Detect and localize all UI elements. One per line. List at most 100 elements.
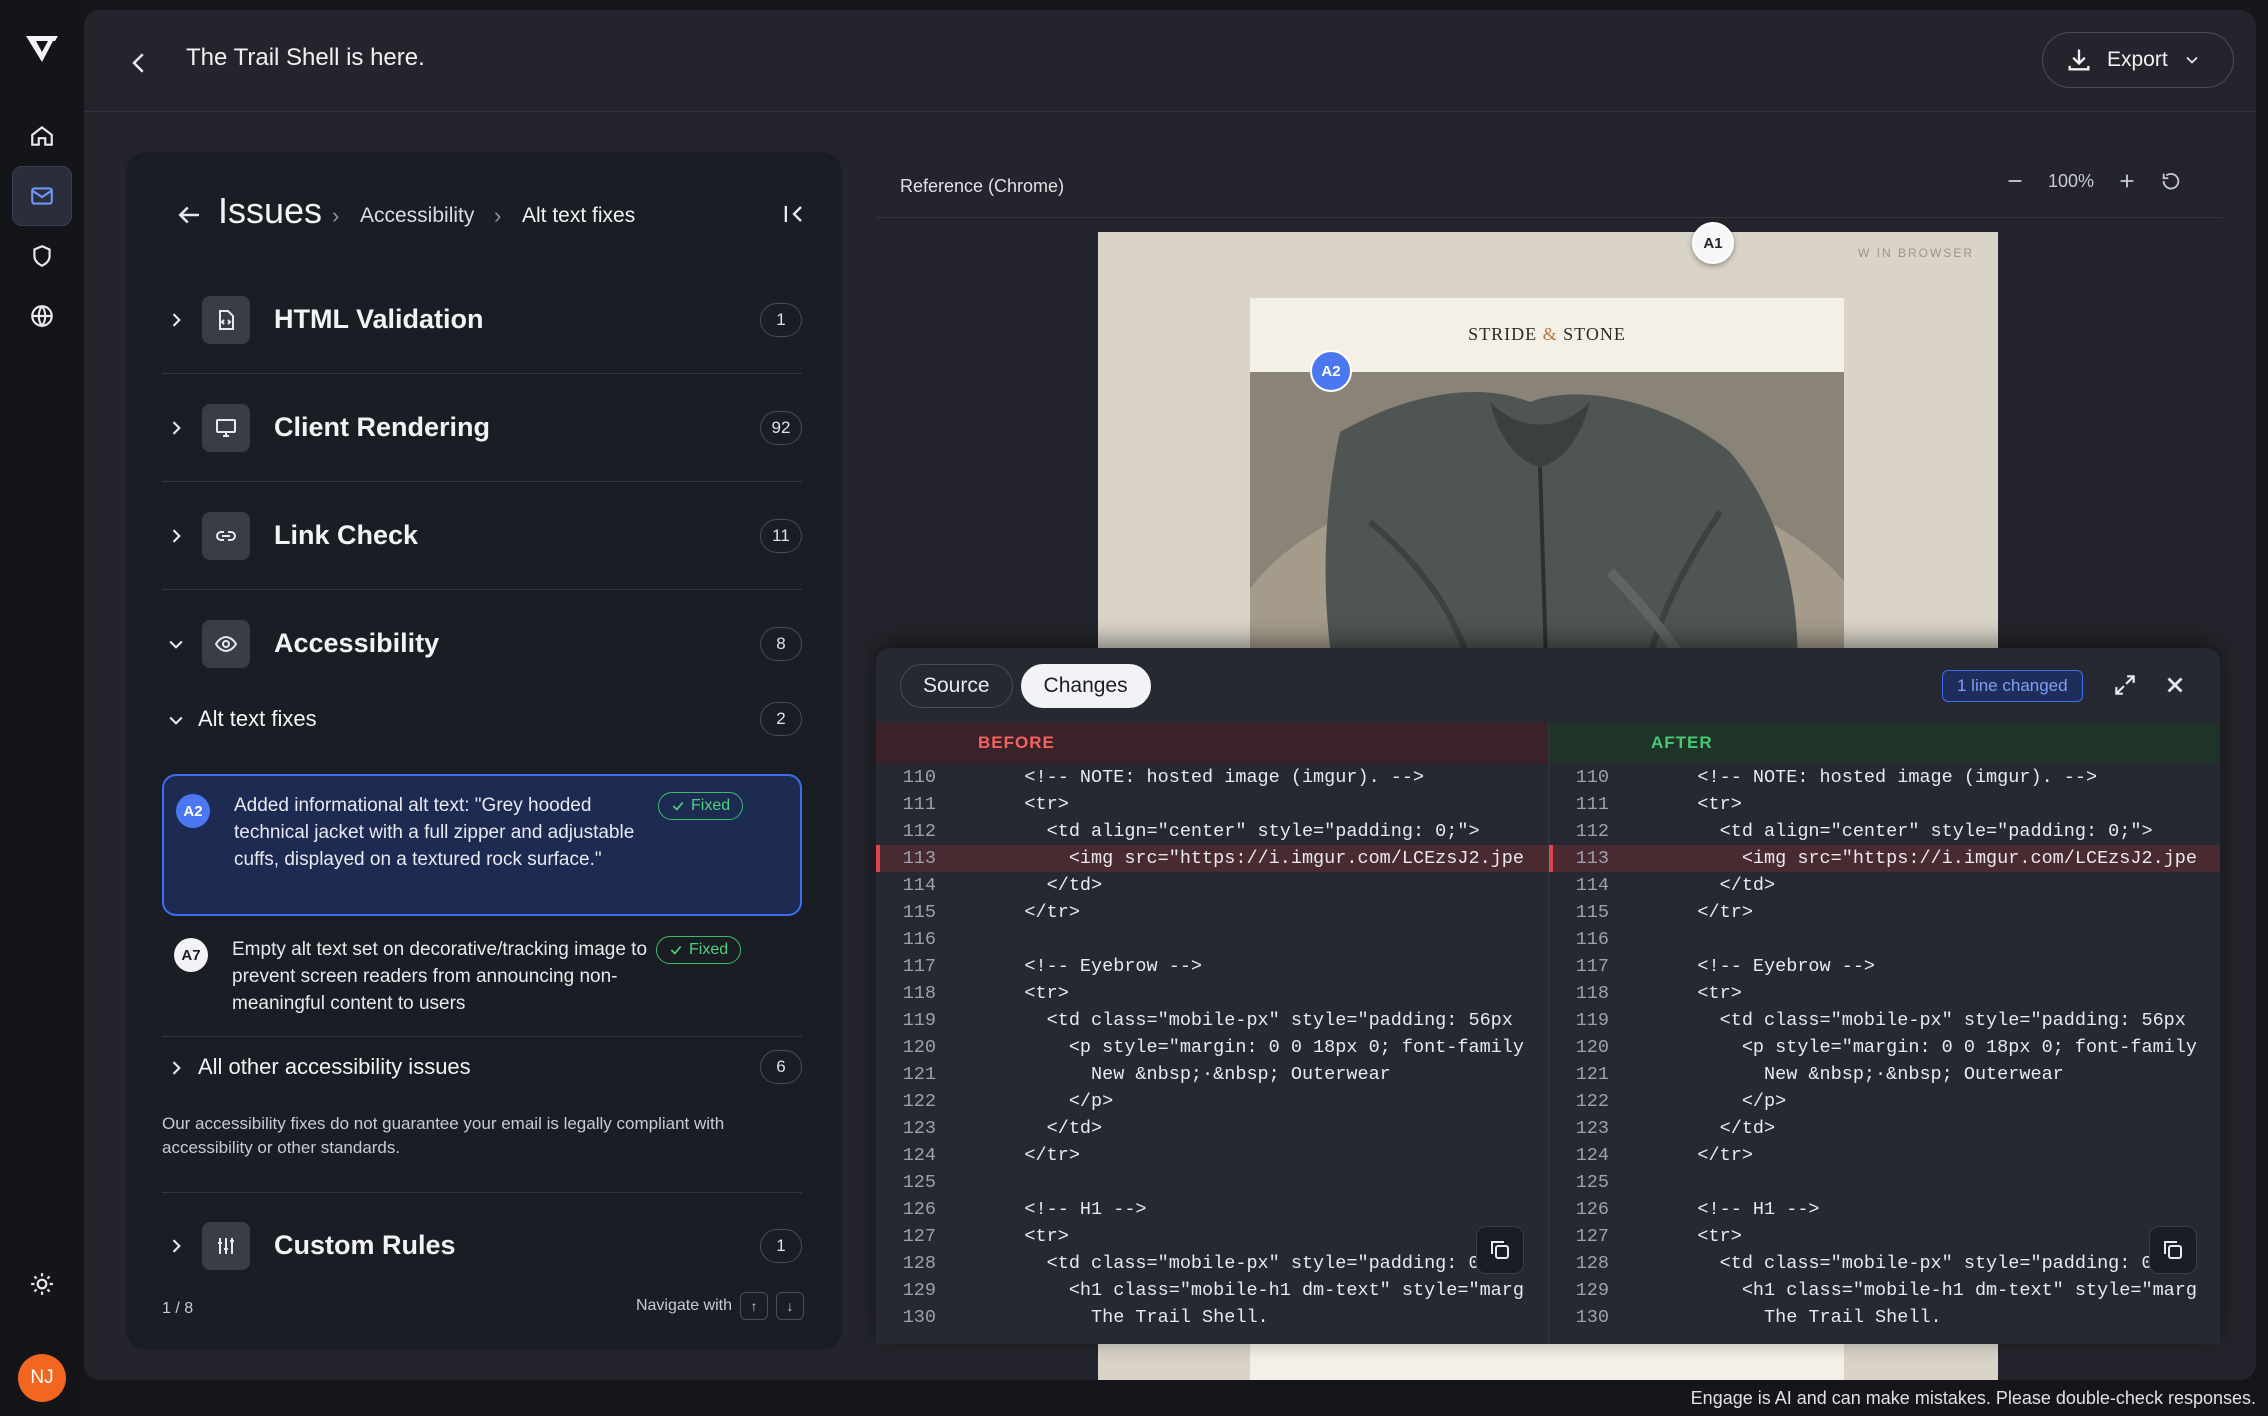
marker-a1[interactable]: A1	[1692, 222, 1734, 264]
line-number: 127	[902, 1226, 936, 1247]
tab-source[interactable]: Source	[900, 664, 1013, 708]
line-number: 115	[902, 902, 936, 923]
line-number: 120	[902, 1037, 936, 1058]
shield-icon[interactable]	[12, 226, 72, 286]
sun-icon[interactable]	[12, 1254, 72, 1314]
code-text: </td>	[980, 1118, 1103, 1139]
other-issues-label: All other accessibility issues	[198, 1054, 471, 1079]
ai-disclaimer: Engage is AI and can make mistakes. Plea…	[1690, 1388, 2256, 1408]
line-number: 117	[1575, 956, 1609, 977]
arrow-left-icon[interactable]	[174, 200, 204, 230]
breadcrumb-issues[interactable]: Issues	[218, 190, 322, 232]
fix-item-a2[interactable]: A2 Added informational alt text: "Grey h…	[162, 774, 802, 916]
home-icon[interactable]	[12, 106, 72, 166]
zoom-level[interactable]: 100%	[2048, 171, 2094, 192]
marker-a2[interactable]: A2	[1310, 350, 1352, 392]
category-label: Link Check	[274, 520, 419, 550]
alt-text-fixes-label: Alt text fixes	[198, 706, 317, 731]
diff-line: 129 <h1 class="mobile-h1 dm-text" style=…	[1549, 1277, 2220, 1304]
globe-icon[interactable]	[12, 286, 72, 346]
tab-changes[interactable]: Changes	[1020, 664, 1151, 708]
after-header: AFTER	[1549, 722, 2220, 764]
code-text: <tr>	[980, 1226, 1069, 1247]
fix-description: Empty alt text set on decorative/trackin…	[232, 939, 648, 1014]
diff-line: 126 <!-- H1 -->	[1549, 1196, 2220, 1223]
expand-icon[interactable]	[2112, 672, 2138, 698]
marker-badge: A7	[174, 938, 208, 972]
code-diff-panel: Source Changes 1 line changed BEFORE 110…	[876, 648, 2220, 1344]
code-text: <p style="margin: 0 0 18px 0; font-famil…	[1653, 1037, 2197, 1058]
line-number: 123	[902, 1118, 936, 1139]
count-badge: 6	[760, 1050, 802, 1084]
code-text: <td class="mobile-px" style="padding: 56…	[980, 1010, 1513, 1031]
code-text: </p>	[980, 1091, 1114, 1112]
arrow-down-key-icon[interactable]: ↓	[776, 1292, 804, 1320]
diff-line: 121 New &nbsp;·&nbsp; Outerwear	[876, 1061, 1548, 1088]
navigate-label: Navigate with	[635, 1297, 732, 1314]
count-badge: 92	[760, 411, 802, 445]
alt-text-fixes-header[interactable]: Alt text fixes 2	[162, 696, 802, 742]
diff-line-changed: 113 <img src="https://i.imgur.com/LCEzsJ…	[876, 845, 1548, 872]
refresh-icon[interactable]	[2160, 170, 2182, 192]
line-number: 119	[902, 1010, 936, 1031]
diff-line: 118 <tr>	[1549, 980, 2220, 1007]
code-text: <td class="mobile-px" style="padding: 56…	[1653, 1010, 2186, 1031]
copy-icon[interactable]	[1476, 1226, 1524, 1274]
view-in-browser-link[interactable]: W IN BROWSER	[1858, 246, 1974, 260]
category-link-check[interactable]: Link Check 11	[162, 482, 802, 590]
diff-line: 110 <!-- NOTE: hosted image (imgur). -->	[876, 764, 1548, 791]
line-number: 112	[1575, 821, 1609, 842]
status-badge: Fixed	[658, 792, 744, 820]
code-text: <h1 class="mobile-h1 dm-text" style="mar…	[1653, 1280, 2197, 1301]
export-button[interactable]: Export	[2042, 32, 2234, 88]
code-text: </td>	[1653, 875, 1776, 896]
code-text: New &nbsp;·&nbsp; Outerwear	[980, 1064, 1391, 1085]
line-number: 124	[1575, 1145, 1609, 1166]
diff-line: 115 </tr>	[1549, 899, 2220, 926]
diff-line: 130 The Trail Shell.	[876, 1304, 1548, 1331]
diff-line: 128 <td class="mobile-px" style="padding…	[1549, 1250, 2220, 1277]
keyboard-nav-hint: Navigate with ↑ ↓	[636, 1292, 804, 1320]
before-header: BEFORE	[876, 722, 1548, 764]
category-label: HTML Validation	[274, 304, 484, 334]
line-number: 126	[902, 1199, 936, 1220]
code-text: </p>	[1653, 1091, 1787, 1112]
code-text: </tr>	[980, 1145, 1080, 1166]
chevron-down-icon	[169, 640, 183, 649]
close-icon[interactable]	[2162, 672, 2188, 698]
divider	[162, 1036, 802, 1037]
zoom-in-icon[interactable]	[2116, 170, 2138, 192]
lines-changed-badge: 1 line changed	[1942, 670, 2083, 702]
other-accessibility-issues[interactable]: All other accessibility issues 6	[162, 1040, 802, 1094]
line-number: 116	[902, 929, 936, 950]
collapse-panel-icon[interactable]	[780, 200, 808, 228]
line-number: 121	[902, 1064, 936, 1085]
line-number: 121	[1575, 1064, 1609, 1085]
chevron-down-icon	[2186, 56, 2198, 64]
breadcrumb-accessibility[interactable]: Accessibility	[360, 204, 474, 228]
zoom-out-icon[interactable]	[2004, 170, 2026, 192]
line-number: 113	[1575, 848, 1609, 869]
code-text: <img src="https://i.imgur.com/LCEzsJ2.jp…	[1653, 848, 2197, 869]
logo-icon[interactable]	[24, 32, 60, 64]
count-badge: 1	[760, 303, 802, 337]
avatar[interactable]: NJ	[18, 1354, 66, 1402]
arrow-up-key-icon[interactable]: ↑	[740, 1292, 768, 1320]
category-html-validation[interactable]: HTML Validation 1	[162, 266, 802, 374]
category-custom-rules[interactable]: Custom Rules 1	[162, 1192, 802, 1300]
main-panel: The Trail Shell is here. Export Issues ›…	[84, 10, 2256, 1380]
code-text: <td class="mobile-px" style="padding: 0 …	[1653, 1253, 2197, 1274]
chevron-left-icon[interactable]	[124, 48, 154, 78]
line-number: 122	[902, 1091, 936, 1112]
sliders-icon	[202, 1222, 250, 1270]
copy-icon[interactable]	[2149, 1226, 2197, 1274]
brand-logo: STRIDE & STONE	[1468, 324, 1626, 344]
breadcrumb-separator: ›	[494, 203, 502, 228]
code-text: <tr>	[980, 794, 1069, 815]
fix-item-a7[interactable]: A7 Empty alt text set on decorative/trac…	[162, 920, 802, 1032]
mail-icon[interactable]	[12, 166, 72, 226]
diff-line: 129 <h1 class="mobile-h1 dm-text" style=…	[876, 1277, 1548, 1304]
category-client-rendering[interactable]: Client Rendering 92	[162, 374, 802, 482]
category-accessibility[interactable]: Accessibility 8	[162, 590, 802, 698]
diff-before-column: BEFORE 110 <!-- NOTE: hosted image (imgu…	[876, 722, 1548, 1344]
